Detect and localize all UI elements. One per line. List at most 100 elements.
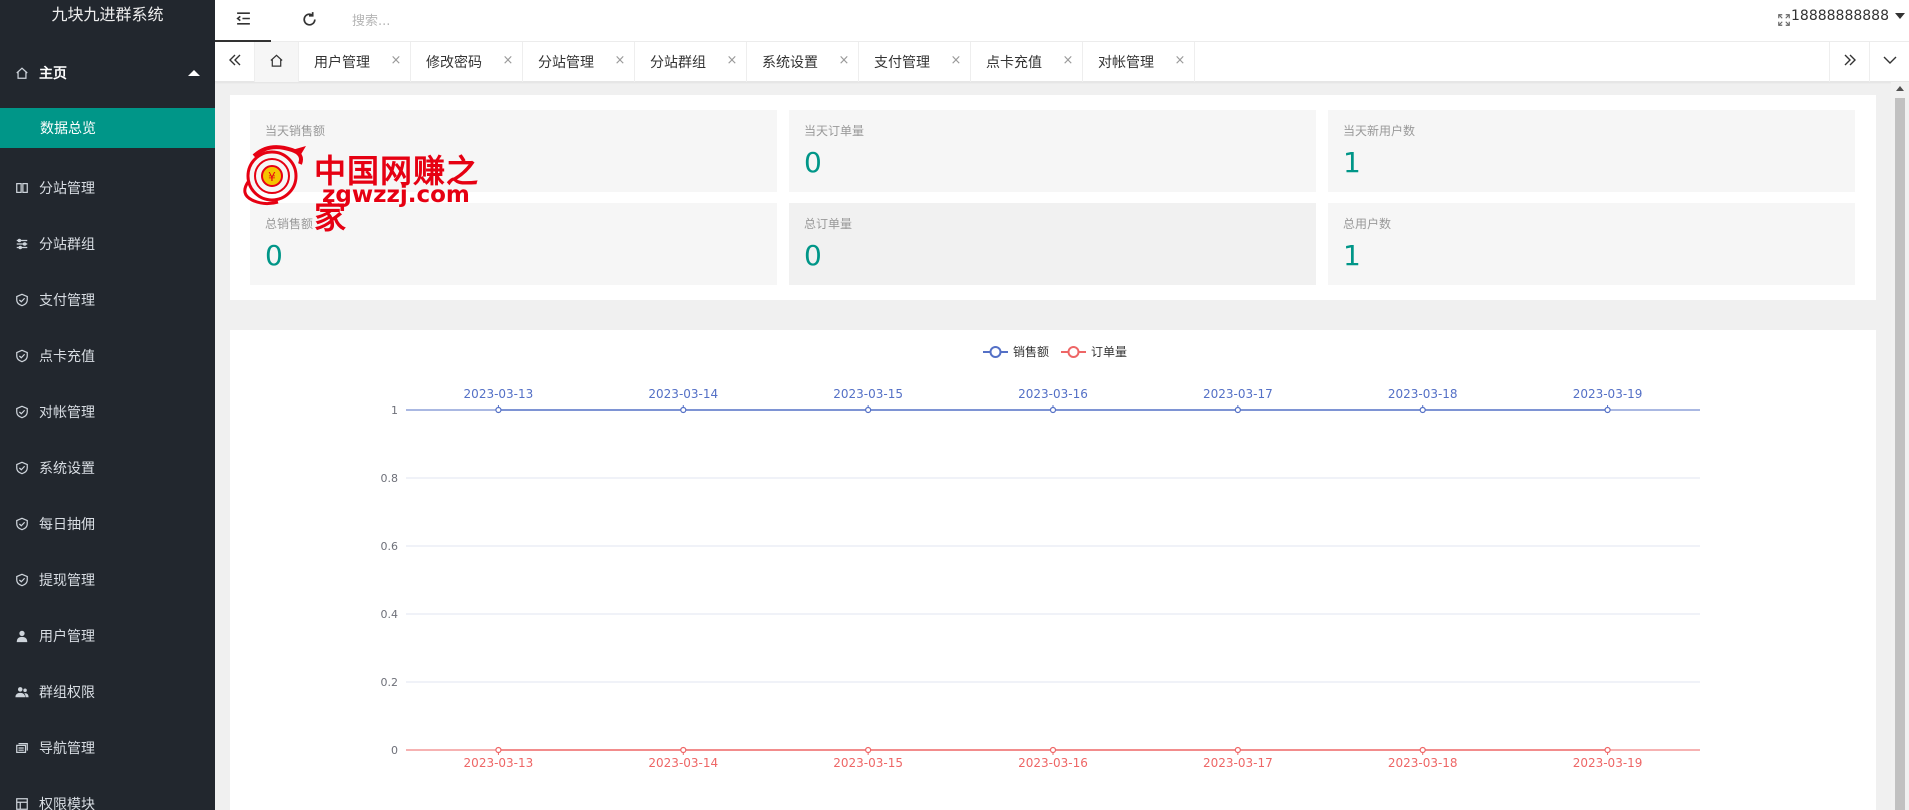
data-point	[1604, 406, 1611, 414]
sales-orders-chart: 0 0.2 0.4 0.6 0.8 1 销售额 订单量 2023-03-13 2023-03-14…	[381, 344, 1700, 770]
svg-text:¥: ¥	[268, 170, 276, 184]
x-tick-label: 2023-03-16	[1018, 756, 1088, 770]
user-icon	[14, 628, 30, 644]
sidebar-item-label: 分站管理	[39, 181, 95, 197]
tab[interactable]: 支付管理 ×	[859, 42, 971, 82]
y-tick-label: 0.6	[381, 540, 399, 553]
sidebar-item[interactable]: 对帐管理	[0, 384, 215, 440]
menu-toggle-button[interactable]	[215, 0, 271, 42]
sidebar-item[interactable]: 系统设置	[0, 440, 215, 496]
close-icon[interactable]: ×	[614, 54, 626, 67]
fullscreen-icon	[1777, 12, 1791, 31]
stat-value: 1	[1343, 146, 1361, 179]
sidebar-item[interactable]: 导航管理	[0, 720, 215, 776]
tab[interactable]: 修改密码 ×	[411, 42, 523, 82]
refresh-icon	[301, 11, 318, 32]
x-tick-label: 2023-03-18	[1388, 387, 1458, 401]
app-title: 九块九进群系统	[51, 5, 164, 24]
stat-label: 当天订单量	[804, 124, 865, 138]
sidebar-item-label: 点卡充值	[39, 349, 95, 365]
sidebar-subitem-overview[interactable]: 数据总览	[0, 108, 215, 148]
tabs-scroll-left-button[interactable]	[215, 42, 255, 82]
stat-total-users: 总用户数 1	[1328, 203, 1855, 285]
close-icon[interactable]: ×	[502, 54, 514, 67]
data-point	[1234, 746, 1241, 754]
tab[interactable]: 分站群组 ×	[635, 42, 747, 82]
tab-label: 系统设置	[762, 55, 818, 71]
stat-value: 0	[804, 239, 822, 272]
tab[interactable]: 点卡充值 ×	[971, 42, 1083, 82]
indent-icon	[235, 10, 252, 31]
scrollbar-thumb[interactable]	[1895, 98, 1905, 810]
vertical-scrollbar[interactable]	[1891, 82, 1909, 810]
y-tick-label: 1	[391, 404, 398, 417]
x-tick-label: 2023-03-14	[648, 387, 718, 401]
shield-check-icon	[14, 348, 30, 364]
close-icon[interactable]: ×	[390, 54, 402, 67]
columns-icon	[14, 180, 30, 196]
home-icon	[14, 65, 30, 81]
tab-label: 点卡充值	[986, 55, 1042, 71]
sidebar-item-label: 每日抽佣	[39, 517, 95, 533]
shield-check-icon	[14, 404, 30, 420]
x-tick-label: 2023-03-19	[1573, 387, 1643, 401]
header: 18888888888	[215, 0, 1909, 42]
sidebar-item-label: 提现管理	[39, 573, 95, 589]
sidebar-item[interactable]: 点卡充值	[0, 328, 215, 384]
tab[interactable]: 用户管理 ×	[299, 42, 411, 82]
chart-card: 0 0.2 0.4 0.6 0.8 1 销售额 订单量 2023-03-13 2023-03-14…	[230, 330, 1876, 810]
x-tick-label: 2023-03-15	[833, 387, 903, 401]
double-chevron-right-icon	[1842, 52, 1858, 72]
sidebar-item[interactable]: 分站管理	[0, 160, 215, 216]
nav-icon	[14, 740, 30, 756]
tab-label: 支付管理	[874, 55, 930, 71]
close-icon[interactable]: ×	[950, 54, 962, 67]
tabs-dropdown-button[interactable]	[1869, 42, 1909, 82]
refresh-button[interactable]	[281, 0, 337, 42]
sidebar-item[interactable]: 支付管理	[0, 272, 215, 328]
tab-label: 分站管理	[538, 55, 594, 71]
x-tick-label: 2023-03-18	[1388, 756, 1458, 770]
dragon-logo-icon: ¥	[243, 145, 306, 206]
close-icon[interactable]: ×	[1062, 54, 1074, 67]
tab[interactable]: 对帐管理 ×	[1083, 42, 1195, 82]
data-point	[865, 406, 872, 414]
close-icon[interactable]: ×	[726, 54, 738, 67]
x-tick-label: 2023-03-15	[833, 756, 903, 770]
x-tick-label: 2023-03-17	[1203, 387, 1273, 401]
data-point	[495, 406, 502, 414]
users-icon	[14, 684, 30, 700]
tab-home[interactable]	[255, 42, 299, 82]
sidebar: 九块九进群系统 主页 数据总览 分站管理分站群组支付管理点卡充值对帐管理系统设置…	[0, 0, 215, 810]
sidebar-item-label: 分站群组	[39, 237, 95, 253]
caret-up-icon	[188, 70, 200, 76]
sidebar-item-label: 用户管理	[39, 629, 95, 645]
sidebar-item[interactable]: 每日抽佣	[0, 496, 215, 552]
stat-label: 总用户数	[1343, 217, 1392, 231]
search-input[interactable]	[352, 8, 652, 34]
sidebar-item-home[interactable]: 主页	[0, 30, 215, 108]
sidebar-item[interactable]: 用户管理	[0, 608, 215, 664]
scroll-up-icon[interactable]	[1896, 86, 1904, 91]
x-tick-label: 2023-03-16	[1018, 387, 1088, 401]
tab[interactable]: 分站管理 ×	[523, 42, 635, 82]
data-point	[495, 746, 502, 754]
close-icon[interactable]: ×	[838, 54, 850, 67]
sidebar-item-label: 支付管理	[39, 293, 95, 309]
sidebar-item[interactable]: 群组权限	[0, 664, 215, 720]
y-tick-label: 0.4	[381, 608, 399, 621]
user-menu[interactable]: 18888888888	[1791, 0, 1905, 32]
sidebar-item[interactable]: 分站群组	[0, 216, 215, 272]
sidebar-item-label: 权限模块	[39, 797, 95, 810]
stat-total-orders: 总订单量 0	[789, 203, 1316, 285]
sidebar-item-label: 导航管理	[39, 741, 95, 757]
y-tick-label: 0.2	[381, 676, 399, 689]
tab[interactable]: 系统设置 ×	[747, 42, 859, 82]
sidebar-item-label: 对帐管理	[39, 405, 95, 421]
sidebar-item[interactable]: 权限模块	[0, 776, 215, 810]
close-icon[interactable]: ×	[1174, 54, 1186, 67]
tabs-scroll-right-button[interactable]	[1829, 42, 1869, 82]
y-tick-label: 0	[391, 744, 398, 757]
watermark-en-text: zgwzzj.com	[322, 182, 470, 208]
sidebar-item[interactable]: 提现管理	[0, 552, 215, 608]
